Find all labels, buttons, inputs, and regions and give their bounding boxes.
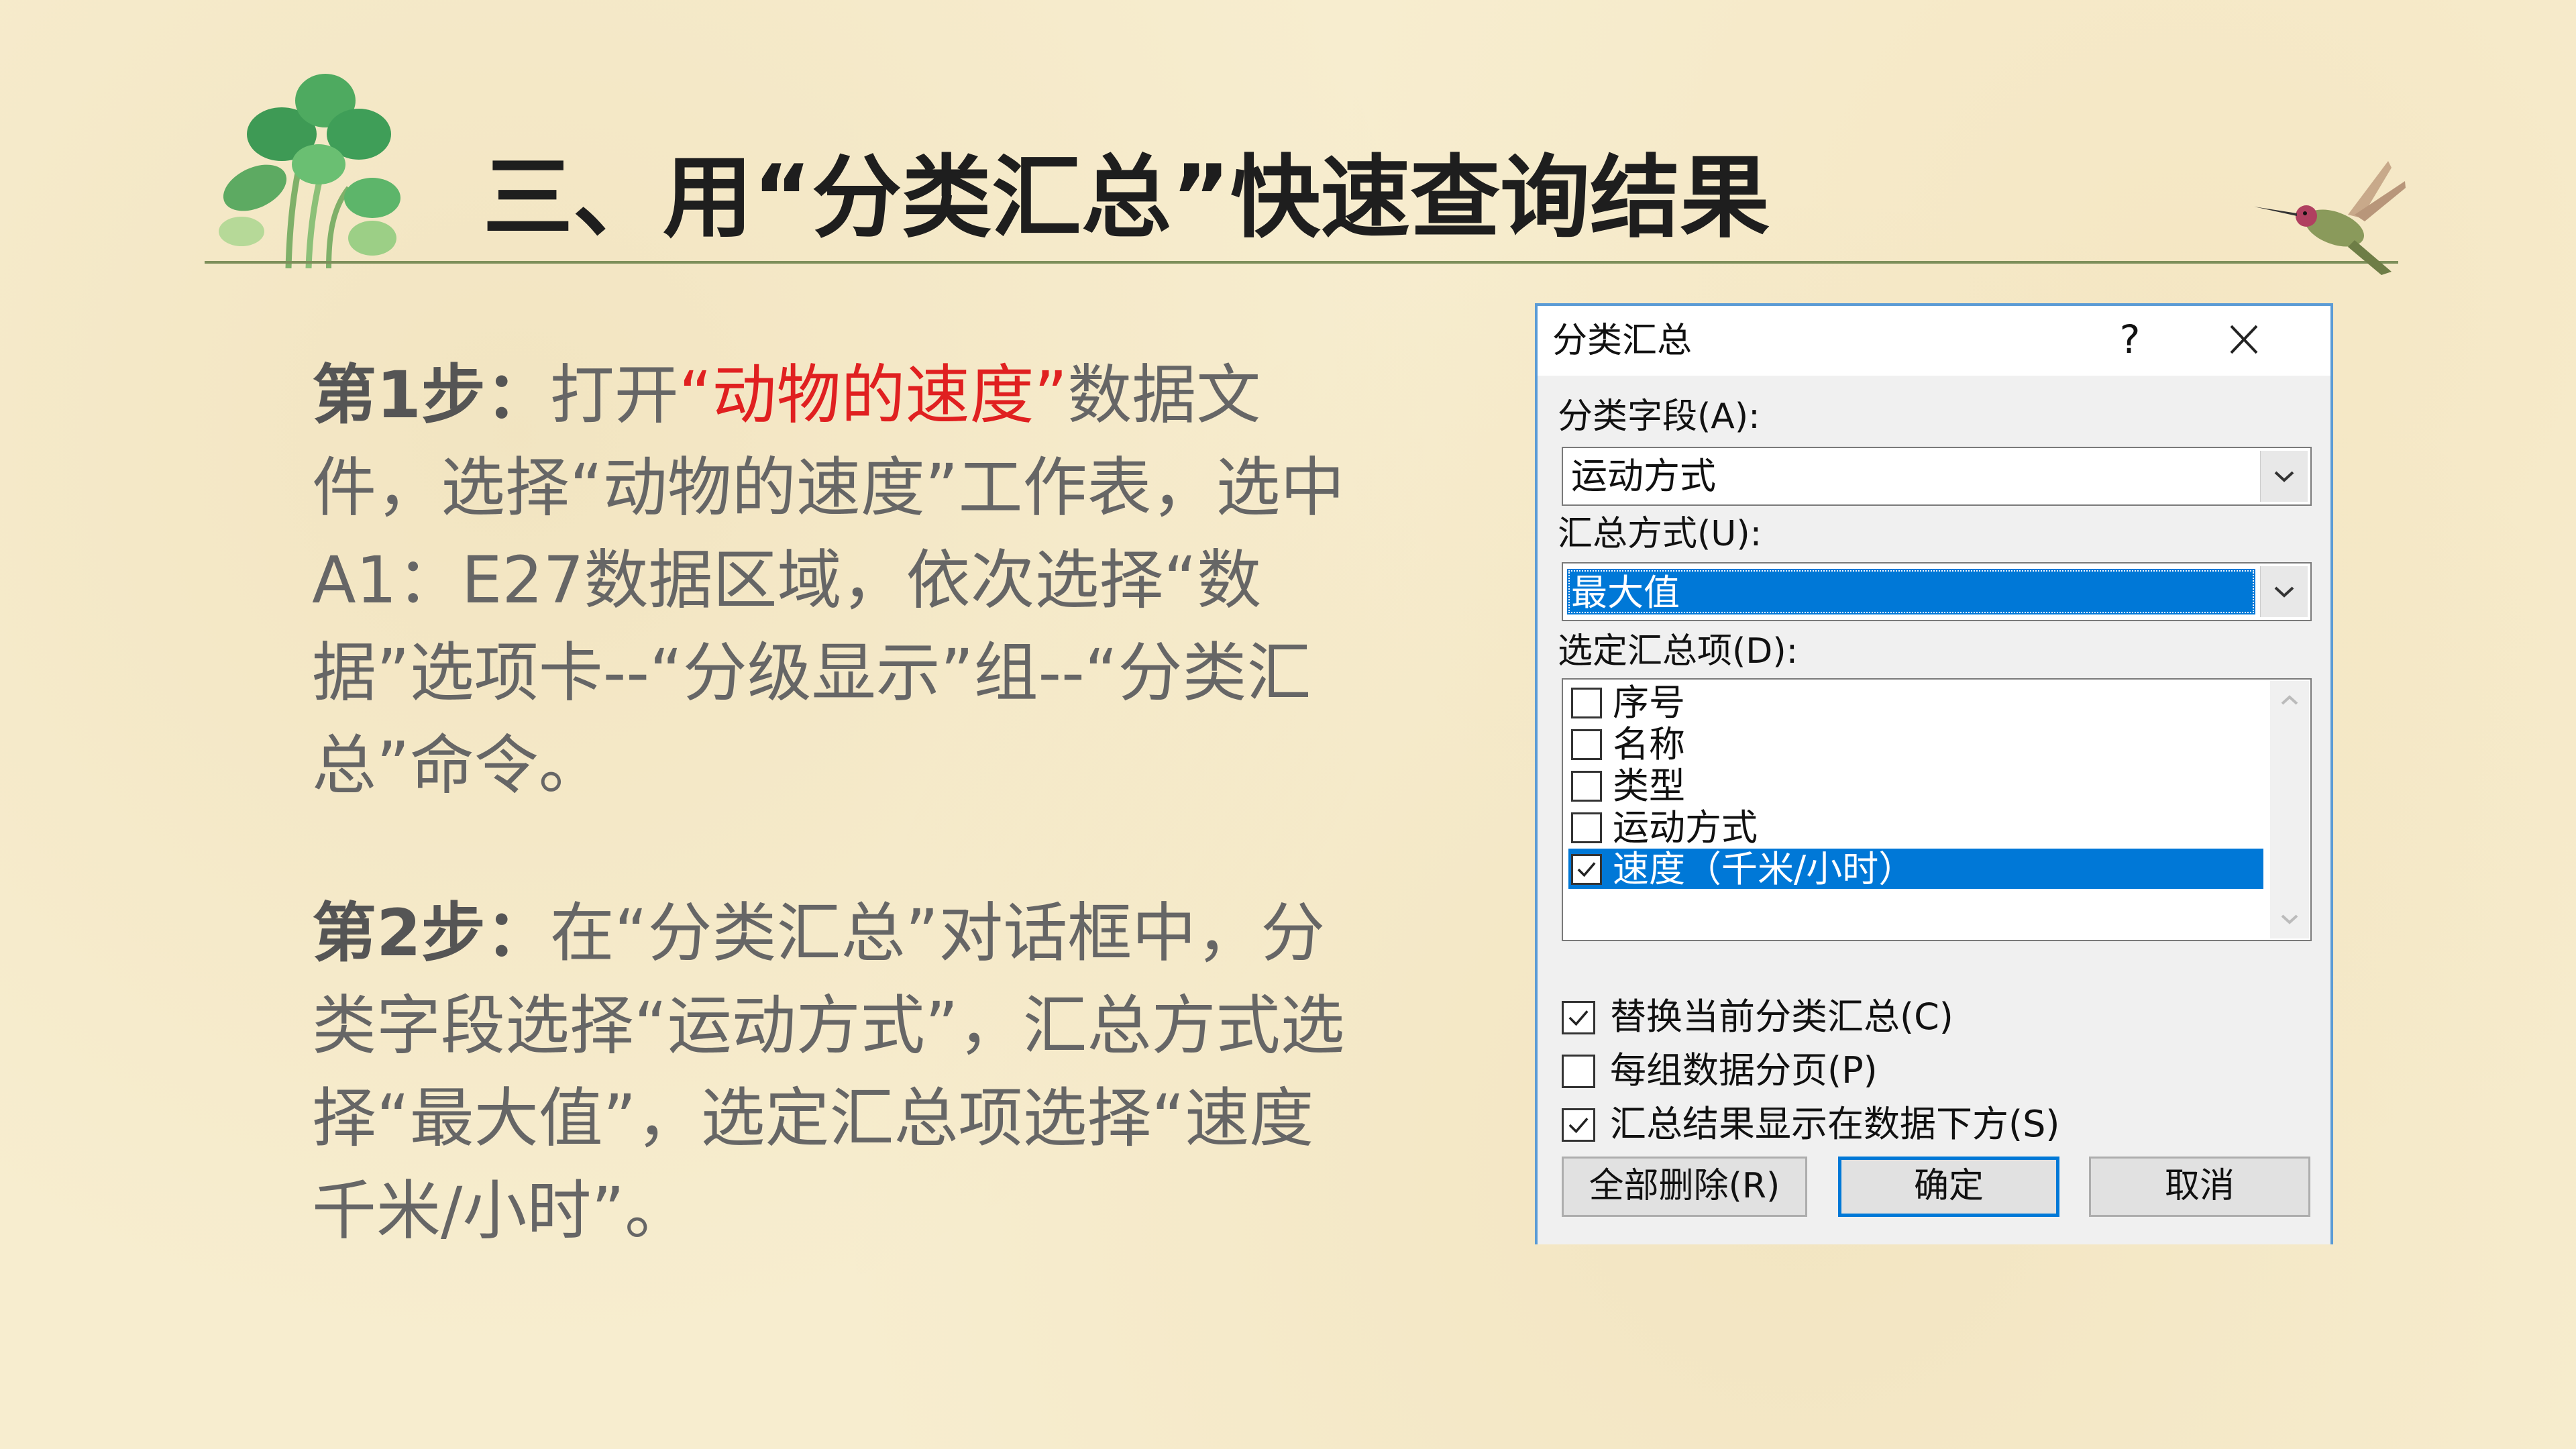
hummingbird-icon xyxy=(2254,161,2406,275)
subtotal-dialog: 分类汇总 ? 分类字段(A): 运动方式 汇总方式(U): 最大值 选定汇总项(… xyxy=(1535,303,2333,1244)
checkbox[interactable] xyxy=(1562,1055,1595,1088)
field-label: 分类字段(A): xyxy=(1558,396,1760,437)
checkbox-checked-icon[interactable] xyxy=(1571,854,1602,885)
checkbox[interactable] xyxy=(1571,812,1602,843)
list-item[interactable]: 类型 xyxy=(1568,765,2263,807)
option-replace-current[interactable]: 替换当前分类汇总(C) xyxy=(1562,993,2300,1040)
checkbox[interactable] xyxy=(1571,729,1602,760)
checkbox[interactable] xyxy=(1571,688,1602,718)
help-button[interactable]: ? xyxy=(2106,314,2153,365)
list-item[interactable]: 运动方式 xyxy=(1568,807,2263,849)
plant-decoration-icon xyxy=(219,74,400,268)
step-1-highlight: “动物的速度” xyxy=(678,358,1068,433)
items-label: 选定汇总项(D): xyxy=(1558,631,1799,672)
scroll-up-icon[interactable] xyxy=(2270,681,2309,720)
list-scrollbar[interactable] xyxy=(2270,681,2309,938)
close-icon[interactable] xyxy=(2215,313,2273,366)
title-underline xyxy=(205,261,2398,264)
method-select-value: 最大值 xyxy=(1567,569,2255,614)
step-1-text-a: 打开 xyxy=(549,358,679,433)
cancel-button[interactable]: 取消 xyxy=(2089,1157,2310,1217)
step-2-paragraph: 第2步：在“分类汇总”对话框中，分类字段选择“运动方式”，汇总方式选择“最大值”… xyxy=(312,887,1379,1257)
remove-all-button[interactable]: 全部删除(R) xyxy=(1562,1157,1807,1217)
method-select[interactable]: 最大值 xyxy=(1562,562,2312,621)
dialog-titlebar: 分类汇总 ? xyxy=(1538,306,2330,376)
option-page-break[interactable]: 每组数据分页(P) xyxy=(1562,1046,2300,1093)
list-item[interactable]: 名称 xyxy=(1568,724,2263,765)
dialog-title: 分类汇总 xyxy=(1552,321,1693,361)
method-label: 汇总方式(U): xyxy=(1558,514,1762,554)
option-summary-below[interactable]: 汇总结果显示在数据下方(S) xyxy=(1562,1100,2300,1147)
list-item[interactable]: 序号 xyxy=(1568,682,2263,724)
slide-title: 三、用“分类汇总”快速查询结果 xyxy=(483,146,1770,250)
ok-button[interactable]: 确定 xyxy=(1838,1157,2059,1217)
field-select[interactable]: 运动方式 xyxy=(1562,447,2312,506)
slide: 三、用“分类汇总”快速查询结果 第1步：打开“动物的速度”数据文件，选择“动物的… xyxy=(0,0,2576,1449)
items-list[interactable]: 序号 名称 类型 运动方式 速度（千米/小时） xyxy=(1562,678,2312,941)
chevron-down-icon[interactable] xyxy=(2260,451,2308,502)
scroll-down-icon[interactable] xyxy=(2270,900,2309,938)
list-item-selected[interactable]: 速度（千米/小时） xyxy=(1568,849,2263,890)
checkbox[interactable] xyxy=(1571,771,1602,802)
checkbox-checked-icon[interactable] xyxy=(1562,1001,1595,1034)
field-select-value: 运动方式 xyxy=(1571,455,1716,497)
checkbox-checked-icon[interactable] xyxy=(1562,1108,1595,1142)
step-1-paragraph: 第1步：打开“动物的速度”数据文件，选择“动物的速度”工作表，选中A1：E27数… xyxy=(312,349,1379,812)
step-1-label: 第1步： xyxy=(312,358,550,433)
chevron-down-icon[interactable] xyxy=(2260,566,2308,617)
step-2-label: 第2步： xyxy=(312,896,550,971)
